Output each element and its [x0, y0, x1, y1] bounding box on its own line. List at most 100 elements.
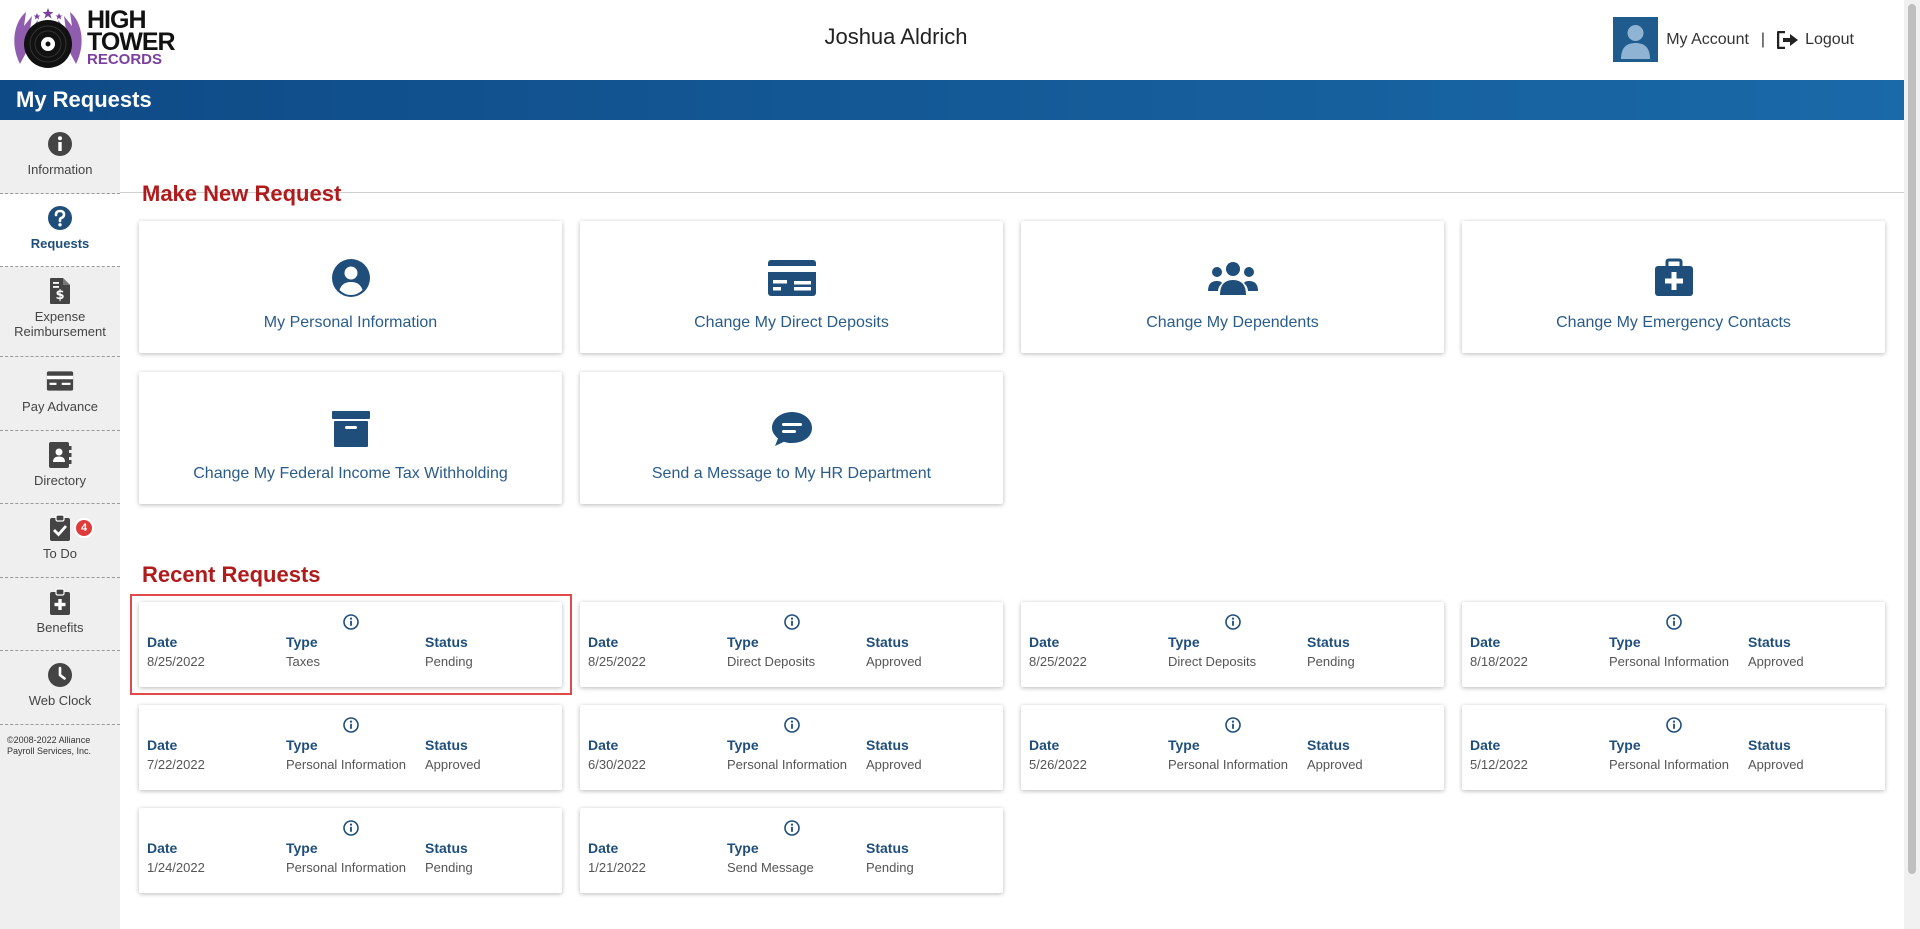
account-area: My Account | Logout — [1613, 17, 1854, 62]
request-date: 8/25/2022 — [588, 654, 646, 669]
type-header: Type — [727, 634, 759, 650]
dependents-request-card[interactable]: Change My Dependents — [1021, 221, 1444, 353]
first-aid-kit-icon — [1654, 256, 1694, 300]
type-header: Type — [286, 737, 318, 753]
clock-icon — [46, 661, 74, 689]
avatar[interactable] — [1613, 17, 1659, 62]
message-hr-request-card[interactable]: Send a Message to My HR Department — [580, 372, 1003, 504]
info-icon[interactable] — [1224, 614, 1241, 630]
scrollbar-thumb[interactable] — [1908, 4, 1916, 874]
request-type: Personal Information — [727, 757, 847, 772]
section-divider — [120, 192, 1904, 193]
request-type: Personal Information — [1609, 654, 1729, 669]
date-header: Date — [147, 840, 178, 856]
user-silhouette-icon — [1621, 25, 1651, 59]
type-header: Type — [1168, 737, 1200, 753]
info-icon[interactable] — [1665, 614, 1682, 630]
invoice-dollar-icon: $ — [46, 277, 74, 305]
date-header: Date — [588, 737, 619, 753]
federal-tax-withholding-request-card[interactable]: Change My Federal Income Tax Withholding — [139, 372, 562, 504]
recent-request-card[interactable]: Date 6/30/2022 Type Personal Information S… — [580, 705, 1003, 790]
main-content: Make New Request My Personal Information… — [120, 120, 1904, 929]
info-circle-icon — [46, 130, 74, 158]
recent-request-card[interactable]: Date 1/21/2022 Type Send Message Status Pen… — [580, 808, 1003, 893]
request-status: Approved — [866, 757, 922, 772]
status-header: Status — [1307, 737, 1350, 753]
info-icon[interactable] — [1665, 717, 1682, 733]
sidebar-item-pay-advance[interactable]: Pay Advance — [0, 357, 120, 431]
sign-out-icon — [1777, 30, 1799, 49]
recent-request-card[interactable]: Date 1/24/2022 Type Personal Information S… — [139, 808, 562, 893]
date-header: Date — [1470, 634, 1501, 650]
request-status: Pending — [866, 860, 914, 875]
archive-box-icon — [331, 407, 371, 451]
logout-button[interactable]: Logout — [1777, 30, 1854, 49]
address-book-icon — [46, 441, 74, 469]
type-header: Type — [1609, 737, 1641, 753]
info-icon[interactable] — [783, 717, 800, 733]
users-icon — [1207, 256, 1259, 300]
user-circle-icon — [331, 256, 371, 300]
sidebar-item-benefits[interactable]: Benefits — [0, 578, 120, 651]
money-bill-icon — [46, 367, 74, 395]
request-type: Direct Deposits — [727, 654, 816, 669]
request-date: 5/26/2022 — [1029, 757, 1087, 772]
type-header: Type — [1168, 634, 1200, 650]
sidebar-item-expense-reimbursement[interactable]: $ Expense Reimbursement — [0, 267, 120, 357]
recent-request-card[interactable]: Date 8/18/2022 Type Personal Information S… — [1462, 602, 1885, 687]
sidebar-item-label: Directory — [33, 472, 86, 488]
sidebar-item-requests[interactable]: Requests — [0, 193, 120, 267]
sidebar-item-label: Information — [27, 162, 93, 177]
recent-request-card[interactable]: Date 8/25/2022 Type Direct Deposits Status… — [580, 602, 1003, 687]
top-header: HIGH TOWER RECORDS Joshua Aldrich My Acc… — [0, 0, 1904, 80]
page-title-bar: My Requests — [0, 80, 1904, 120]
type-header: Type — [727, 840, 759, 856]
sidebar-item-label: Pay Advance — [22, 399, 98, 414]
request-date: 5/12/2022 — [1470, 757, 1528, 772]
status-header: Status — [866, 737, 909, 753]
request-date: 8/18/2022 — [1470, 654, 1528, 669]
sidebar-item-to-do[interactable]: 4 To Do — [0, 504, 120, 578]
svg-text:$: $ — [55, 288, 64, 303]
request-type: Direct Deposits — [1168, 654, 1257, 669]
sidebar-item-directory[interactable]: Directory — [0, 431, 120, 504]
personal-information-request-card[interactable]: My Personal Information — [139, 221, 562, 353]
request-date: 8/25/2022 — [1029, 654, 1087, 669]
recent-request-card[interactable]: Date 8/25/2022 Type Direct Deposits Status… — [1021, 602, 1444, 687]
sidebar-item-web-clock[interactable]: Web Clock — [0, 651, 120, 725]
request-status: Approved — [1748, 654, 1804, 669]
emergency-contacts-request-card[interactable]: Change My Emergency Contacts — [1462, 221, 1885, 353]
info-icon[interactable] — [342, 717, 359, 733]
request-status: Approved — [425, 757, 481, 772]
request-card-label: Change My Dependents — [1146, 314, 1319, 331]
request-status: Approved — [1307, 757, 1363, 772]
request-date: 1/24/2022 — [147, 860, 205, 875]
status-header: Status — [425, 840, 468, 856]
info-icon[interactable] — [1224, 717, 1241, 733]
sidebar-item-label: Requests — [30, 235, 90, 251]
direct-deposits-request-card[interactable]: Change My Direct Deposits — [580, 221, 1003, 353]
chat-bubble-icon — [771, 407, 813, 451]
info-icon[interactable] — [783, 614, 800, 630]
request-date: 7/22/2022 — [147, 757, 205, 772]
sidebar-item-label: To Do — [43, 546, 77, 561]
type-header: Type — [1609, 634, 1641, 650]
sidebar: Information Requests $ Expense Reimburse… — [0, 120, 120, 929]
page-scrollbar[interactable] — [1904, 0, 1920, 929]
type-header: Type — [727, 737, 759, 753]
info-icon[interactable] — [342, 820, 359, 836]
recent-request-card[interactable]: Date 5/26/2022 Type Personal Information S… — [1021, 705, 1444, 790]
recent-request-card[interactable]: Date 5/12/2022 Type Personal Information S… — [1462, 705, 1885, 790]
info-icon[interactable] — [783, 820, 800, 836]
status-header: Status — [866, 634, 909, 650]
medical-clipboard-icon — [46, 587, 74, 616]
question-circle-icon — [46, 204, 74, 232]
sidebar-item-information[interactable]: Information — [0, 120, 120, 194]
recent-request-card[interactable]: Date 7/22/2022 Type Personal Information S… — [139, 705, 562, 790]
copyright-text: ©2008-2022 Alliance Payroll Services, In… — [7, 734, 92, 757]
status-header: Status — [425, 737, 468, 753]
status-header: Status — [866, 840, 909, 856]
request-type: Send Message — [727, 860, 814, 875]
my-account-link[interactable]: My Account — [1666, 31, 1749, 49]
type-header: Type — [286, 840, 318, 856]
